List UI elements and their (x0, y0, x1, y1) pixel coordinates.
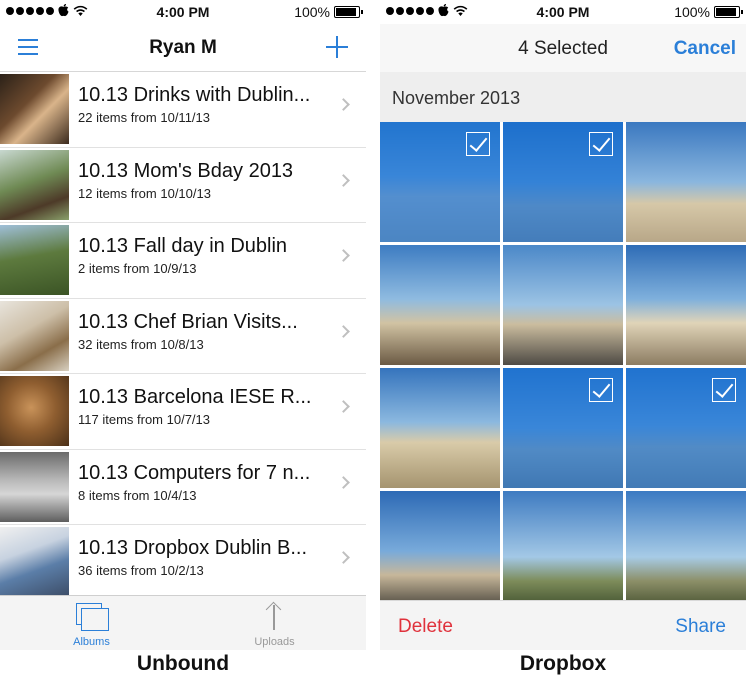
caption-dropbox: Dropbox (519, 652, 607, 675)
cancel-button[interactable]: Cancel (674, 38, 736, 60)
checkbox-checked-icon (466, 132, 490, 156)
photo-image (380, 245, 500, 365)
album-subtitle: 2 items from 10/9/13 (78, 261, 197, 276)
nav-bar: Ryan M (0, 24, 366, 72)
tab-uploads-label: Uploads (254, 636, 295, 648)
album-thumbnail (0, 527, 69, 597)
album-subtitle: 32 items from 10/8/13 (78, 336, 204, 352)
nav-bar: 4 Selected Cancel (380, 24, 746, 72)
action-bar: Delete Share (380, 600, 746, 650)
photo-image (503, 245, 623, 365)
album-thumbnail (0, 149, 69, 220)
album-subtitle: 22 items from 10/11/13 (78, 110, 210, 125)
album-title: 10.13 Fall day in Dublin (78, 235, 288, 257)
photo-thumbnail[interactable] (626, 368, 746, 488)
chevron-right-icon (337, 98, 350, 111)
photo-image (380, 491, 500, 611)
photo-image (503, 491, 623, 611)
album-title: 10.13 Mom's Bday 2013 (78, 159, 294, 182)
album-subtitle: 12 items from 10/10/13 (78, 185, 211, 201)
photo-thumbnail[interactable] (503, 491, 623, 611)
album-row[interactable]: 10.13 Computers for 7 n... 8 items from 1… (0, 450, 366, 525)
album-thumbnail (0, 300, 69, 371)
photo-image (626, 245, 746, 365)
unbound-screen: 4:00 PM 100% Ryan M 10.13 Drinks with Du… (0, 0, 366, 650)
battery-fill (716, 8, 736, 16)
chevron-right-icon (337, 551, 350, 564)
photo-thumbnail[interactable] (380, 368, 500, 488)
status-bar: 4:00 PM 100% (380, 0, 746, 24)
album-thumbnail (0, 451, 69, 522)
album-row[interactable]: 10.13 Barcelona IESE R... 117 items from … (0, 374, 366, 450)
chevron-right-icon (337, 173, 350, 187)
album-subtitle: 8 items from 10/4/13 (78, 487, 197, 503)
tab-bar: Albums Uploads (0, 595, 366, 650)
album-row[interactable]: 10.13 Fall day in Dublin 2 items from 10/… (0, 223, 366, 299)
album-title: 10.13 Drinks with Dublin... (78, 84, 311, 106)
album-subtitle: 117 items from 10/7/13 (78, 412, 210, 427)
photo-thumbnail[interactable] (503, 368, 623, 488)
photo-grid (380, 122, 746, 611)
album-thumbnail (0, 376, 69, 446)
album-title: 10.13 Computers for 7 n... (78, 461, 311, 484)
album-row[interactable]: 10.13 Chef Brian Visits... 32 items from … (0, 299, 366, 374)
photo-thumbnail[interactable] (380, 122, 500, 242)
chevron-right-icon (337, 400, 350, 413)
selection-count-title: 4 Selected (518, 38, 608, 59)
checkbox-checked-icon (589, 132, 613, 156)
photo-thumbnail[interactable] (380, 491, 500, 611)
album-title: 10.13 Barcelona IESE R... (78, 386, 312, 408)
battery-icon (334, 6, 363, 18)
album-row[interactable]: 10.13 Dropbox Dublin B... 36 items from 1… (0, 525, 366, 601)
album-title: 10.13 Chef Brian Visits... (78, 310, 298, 333)
photo-image (380, 368, 500, 488)
tab-albums-label: Albums (73, 636, 110, 648)
section-header: November 2013 (380, 72, 746, 122)
tab-albums[interactable]: Albums (0, 596, 183, 650)
tab-uploads[interactable]: Uploads (183, 596, 366, 650)
battery-icon (714, 6, 743, 18)
photo-thumbnail[interactable] (626, 122, 746, 242)
photo-image (626, 122, 746, 242)
album-row[interactable]: 10.13 Drinks with Dublin... 22 items from… (0, 72, 366, 148)
section-title: November 2013 (392, 88, 521, 108)
delete-button[interactable]: Delete (398, 616, 453, 638)
album-row[interactable]: 10.13 Mom's Bday 2013 12 items from 10/10… (0, 148, 366, 223)
page-title: Ryan M (149, 37, 217, 58)
chevron-right-icon (337, 324, 350, 338)
album-thumbnail (0, 225, 69, 295)
photo-thumbnail[interactable] (503, 245, 623, 365)
share-button[interactable]: Share (675, 616, 726, 638)
photo-image (626, 491, 746, 611)
album-title: 10.13 Dropbox Dublin B... (78, 537, 308, 559)
albums-icon (76, 603, 109, 631)
battery-fill (336, 8, 356, 16)
chevron-right-icon (337, 475, 350, 489)
album-list: 10.13 Drinks with Dublin... 22 items from… (0, 72, 366, 601)
chevron-right-icon (337, 249, 350, 262)
album-subtitle: 36 items from 10/2/13 (78, 563, 204, 578)
checkbox-checked-icon (589, 378, 613, 402)
status-bar: 4:00 PM 100% (0, 0, 366, 24)
checkbox-checked-icon (712, 378, 736, 402)
photo-thumbnail[interactable] (626, 491, 746, 611)
photo-thumbnail[interactable] (503, 122, 623, 242)
caption-unbound: Unbound (136, 652, 230, 675)
battery-percent: 100% (294, 4, 330, 20)
battery-percent: 100% (674, 4, 710, 20)
plus-icon[interactable] (326, 36, 348, 58)
photo-thumbnail[interactable] (380, 245, 500, 365)
upload-arrow-icon (265, 601, 283, 630)
photo-thumbnail[interactable] (626, 245, 746, 365)
dropbox-screen: 4:00 PM 100% 4 Selected Cancel November … (380, 0, 746, 650)
album-thumbnail (0, 74, 69, 144)
